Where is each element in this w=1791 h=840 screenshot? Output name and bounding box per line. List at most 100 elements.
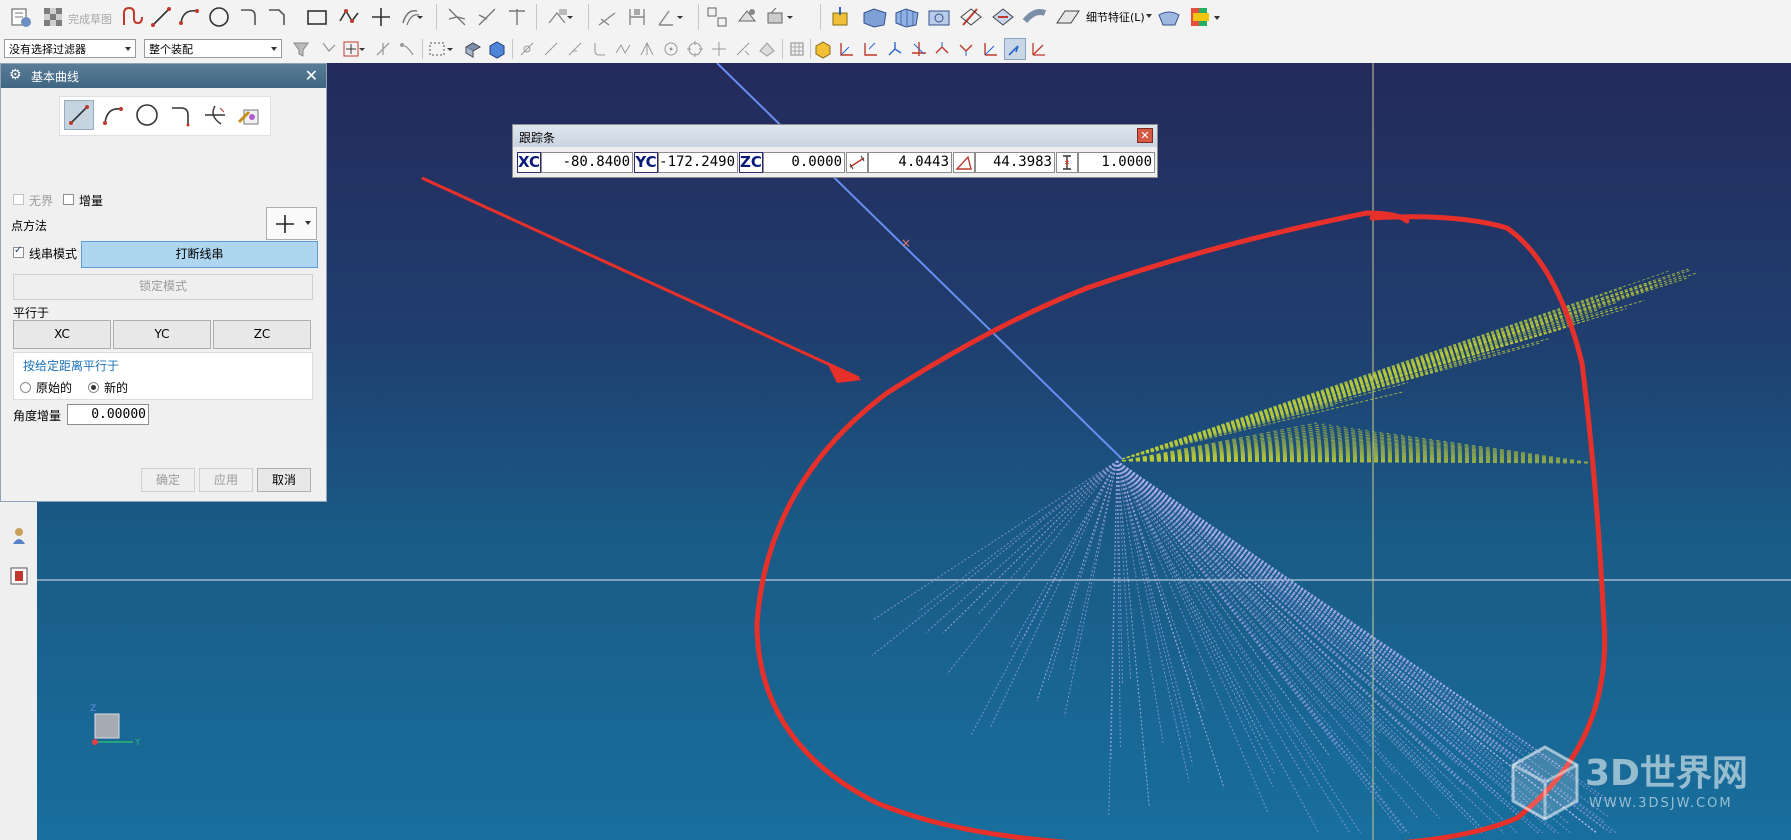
fillet-icon[interactable] (236, 4, 262, 30)
chevron-down-icon[interactable] (1214, 16, 1220, 20)
filter-icon[interactable] (290, 38, 312, 60)
lock-mode-button[interactable]: 锁定模式 (13, 274, 313, 300)
roles-icon[interactable] (6, 523, 32, 549)
body-select-icon[interactable] (486, 38, 508, 60)
snap-arc-center-icon[interactable] (636, 38, 658, 60)
chevron-down-icon[interactable] (1146, 14, 1152, 18)
snap-point-icon[interactable] (318, 38, 340, 60)
ok-button[interactable]: 确定 (141, 468, 195, 492)
snap-icon[interactable] (396, 38, 418, 60)
trim-body-icon[interactable] (1052, 4, 1082, 30)
face-select-icon[interactable] (462, 38, 484, 60)
wcs-xc-icon[interactable] (932, 38, 954, 60)
yc-input[interactable]: -172.2490 (658, 152, 738, 173)
apply-button[interactable]: 应用 (199, 468, 253, 492)
offset-input[interactable]: 1.0000 (1078, 152, 1155, 173)
length-input[interactable]: 4.0443 (868, 152, 952, 173)
wcs-dynamics-icon[interactable] (908, 38, 930, 60)
detail-feature-menu[interactable]: 细节特征(L) (1086, 9, 1145, 25)
analysis-icon[interactable] (1186, 4, 1216, 30)
snap-on-curve-icon[interactable] (732, 38, 754, 60)
finish-sketch-icon[interactable] (40, 4, 66, 30)
mirror-icon[interactable] (704, 4, 730, 30)
point-constructor-icon[interactable] (340, 38, 368, 60)
trim-tool-icon[interactable] (200, 100, 230, 130)
history-icon[interactable] (6, 563, 32, 589)
chamfer-icon[interactable] (264, 4, 290, 30)
angle-increment-input[interactable]: 0.00000 (67, 404, 149, 425)
bounded-plane-icon[interactable] (924, 4, 954, 30)
dialog-title-bar[interactable]: ⚙ 基本曲线 ✕ (1, 64, 326, 88)
circle-icon[interactable] (206, 4, 232, 30)
snap-midpoint-icon[interactable] (564, 38, 586, 60)
selection-box-icon[interactable] (426, 38, 456, 60)
new-radio[interactable] (88, 382, 99, 393)
point-method-select[interactable] (266, 207, 317, 240)
quick-extend-icon[interactable] (474, 4, 500, 30)
rectangle-icon[interactable] (304, 4, 330, 30)
arc-tool-icon[interactable] (98, 100, 128, 130)
zc-input[interactable]: 0.0000 (763, 152, 845, 173)
quick-trim-icon[interactable] (444, 4, 470, 30)
snap-center-icon[interactable] (660, 38, 682, 60)
dimension-icon[interactable] (594, 4, 620, 30)
infinite-checkbox[interactable] (13, 194, 24, 205)
gear-icon[interactable]: ⚙ (9, 67, 22, 83)
parallel-zc-button[interactable]: ZC (213, 320, 311, 349)
extrude-icon[interactable] (826, 4, 856, 30)
snap-endpoint-icon[interactable] (516, 38, 538, 60)
snap-quadrant-icon[interactable] (684, 38, 706, 60)
selection-filter-select[interactable]: 没有选择过滤器 (4, 39, 136, 58)
profile-icon[interactable] (120, 4, 146, 30)
snap-intersection-icon[interactable] (612, 38, 634, 60)
wcs-yc-icon[interactable] (956, 38, 978, 60)
surface-icon[interactable] (860, 4, 890, 30)
tracking-bar-title-bar[interactable]: 跟踪条 ✕ (513, 125, 1157, 147)
offset-face-icon[interactable] (734, 4, 760, 30)
wcs-active-icon[interactable] (1004, 38, 1026, 60)
edit-curve-icon[interactable] (234, 100, 264, 130)
string-mode-checkbox[interactable] (13, 245, 24, 258)
assembly-scope-select[interactable]: 整个装配 (144, 39, 282, 58)
xc-input[interactable]: -80.8400 (541, 152, 633, 173)
snap-existing-point-icon[interactable] (708, 38, 730, 60)
snap-on-face-icon[interactable] (756, 38, 778, 60)
sew-icon[interactable] (956, 4, 986, 30)
angle-input[interactable]: 44.3983 (975, 152, 1055, 173)
snap-bounded-grid-icon[interactable] (786, 38, 808, 60)
tube-icon[interactable] (1020, 4, 1050, 30)
close-icon[interactable]: ✕ (305, 66, 318, 85)
wcs-save-icon[interactable] (1028, 38, 1050, 60)
edge-blend-icon[interactable] (1154, 4, 1184, 30)
break-string-button[interactable]: 打断线串 (81, 241, 318, 268)
wcs-display-icon[interactable] (812, 38, 834, 60)
arc-icon[interactable] (176, 4, 202, 30)
finish-sketch-label[interactable]: 完成草图 (68, 11, 112, 27)
snap-line-icon[interactable] (540, 38, 562, 60)
pattern-icon[interactable] (764, 4, 800, 30)
mesh-surface-icon[interactable] (892, 4, 922, 30)
line-tool-icon[interactable] (64, 100, 94, 130)
snap-icon[interactable] (372, 38, 394, 60)
polygon-icon[interactable] (336, 4, 362, 30)
constraints-icon[interactable] (544, 4, 580, 30)
circle-tool-icon[interactable] (132, 100, 162, 130)
wcs-orient-icon[interactable] (884, 38, 906, 60)
offset-curve-icon[interactable] (398, 4, 428, 30)
fillet-tool-icon[interactable] (166, 100, 196, 130)
point-icon[interactable] (368, 4, 394, 30)
snap-control-point-icon[interactable] (588, 38, 610, 60)
original-radio[interactable] (20, 382, 31, 393)
cancel-button[interactable]: 取消 (257, 468, 311, 492)
wcs-set-icon[interactable] (980, 38, 1002, 60)
line-icon[interactable] (148, 4, 174, 30)
make-corner-icon[interactable] (504, 4, 530, 30)
angular-dimension-icon[interactable] (654, 4, 690, 30)
parallel-xc-button[interactable]: XC (13, 320, 111, 349)
close-icon[interactable]: ✕ (1137, 128, 1153, 143)
parallel-yc-button[interactable]: YC (113, 320, 211, 349)
wcs-rotate-icon[interactable] (860, 38, 882, 60)
sketch-icon[interactable] (8, 4, 34, 30)
vertical-dimension-icon[interactable] (624, 4, 650, 30)
increment-checkbox[interactable] (63, 194, 74, 205)
